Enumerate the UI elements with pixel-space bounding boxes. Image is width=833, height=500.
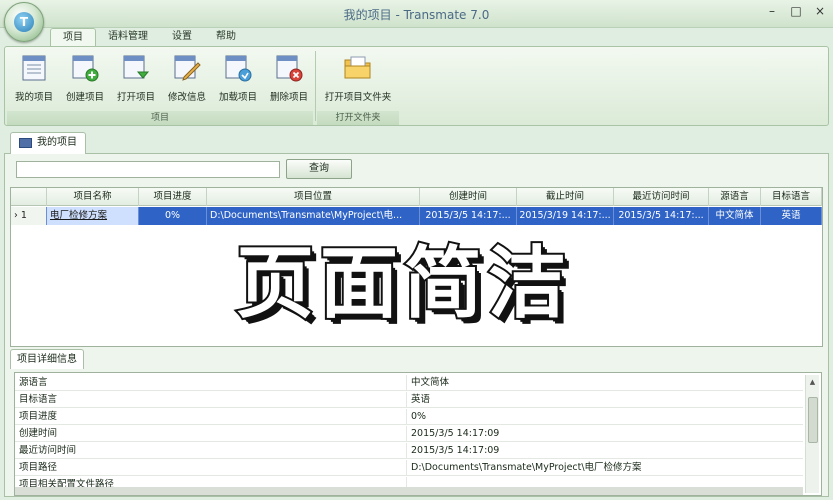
row-header[interactable]: › 1 <box>11 207 47 225</box>
ribbon-divider <box>315 51 316 121</box>
edit-info-label: 修改信息 <box>167 92 206 103</box>
ribbon-group-project: 我的项目 创建项目 打开项目 修改信息 加载项目 删除项目 项目 <box>7 49 313 125</box>
delete-project-button[interactable]: 删除项目 <box>264 51 314 107</box>
cell-progress[interactable]: 0% <box>139 207 207 225</box>
open-project-folder-label: 打开项目文件夹 <box>324 92 392 103</box>
detail-value: 英语 <box>411 394 431 405</box>
column-header-deadline[interactable]: 截止时间 <box>517 188 614 206</box>
document-tab-icon <box>19 138 32 148</box>
column-header-created[interactable]: 创建时间 <box>420 188 517 206</box>
cell-location[interactable]: D:\Documents\Transmate\MyProject\电... <box>207 207 420 225</box>
cell-last-access[interactable]: 2015/3/5 14:17:... <box>614 207 709 225</box>
details-vertical-scrollbar[interactable]: ▲ <box>805 375 819 493</box>
group-label-open-folder: 打开文件夹 <box>317 111 399 125</box>
load-project-button[interactable]: 加载项目 <box>213 51 263 107</box>
column-header-name[interactable]: 项目名称 <box>47 188 139 206</box>
cell-source-language[interactable]: 中文简体 <box>709 207 761 225</box>
column-header-target-language[interactable]: 目标语言 <box>761 188 822 206</box>
table-row[interactable]: › 1 电厂检修方案 0% D:\Documents\Transmate\MyP… <box>11 207 822 225</box>
detail-row[interactable]: 项目路径 D:\Documents\Transmate\MyProject\电厂… <box>15 460 803 476</box>
ribbon: 我的项目 创建项目 打开项目 修改信息 加载项目 删除项目 项目 打开项目文件夹… <box>4 46 829 126</box>
minimize-button[interactable]: – <box>765 4 779 18</box>
detail-key: 创建时间 <box>15 426 407 442</box>
tab-my-projects[interactable]: 我的项目 <box>10 132 86 154</box>
title-bar: 我的项目 - Transmate 7.0 – □ × <box>0 0 833 28</box>
detail-key: 最近访问时间 <box>15 443 407 459</box>
close-button[interactable]: × <box>813 4 827 18</box>
edit-info-icon <box>174 55 201 81</box>
tab-project[interactable]: 项目 <box>50 28 96 46</box>
detail-row[interactable]: 目标语言 英语 <box>15 392 803 408</box>
create-project-button[interactable]: 创建项目 <box>60 51 110 107</box>
cell-deadline[interactable]: 2015/3/19 14:17:... <box>517 207 614 225</box>
grid-header-row: 项目名称 项目进度 项目位置 创建时间 截止时间 最近访问时间 源语言 目标语言 <box>11 188 822 206</box>
tab-corpus-management[interactable]: 语料管理 <box>96 28 160 46</box>
detail-key: 源语言 <box>15 375 407 391</box>
project-list-icon <box>22 55 46 81</box>
detail-key: 项目进度 <box>15 409 407 425</box>
detail-value: D:\Documents\Transmate\MyProject\电厂检修方案 <box>411 462 642 473</box>
window-title: 我的项目 - Transmate 7.0 <box>343 8 490 22</box>
cell-project-name[interactable]: 电厂检修方案 <box>47 207 139 225</box>
column-header-last-access[interactable]: 最近访问时间 <box>614 188 709 206</box>
column-header-progress[interactable]: 项目进度 <box>139 188 207 206</box>
delete-project-icon <box>276 55 303 82</box>
cell-created[interactable]: 2015/3/5 14:17:... <box>420 207 517 225</box>
create-project-icon <box>72 55 99 82</box>
tab-settings[interactable]: 设置 <box>160 28 204 46</box>
column-header-source-language[interactable]: 源语言 <box>709 188 761 206</box>
delete-project-label: 删除项目 <box>269 92 308 103</box>
my-projects-button[interactable]: 我的项目 <box>9 51 59 107</box>
scroll-up-arrow-icon[interactable]: ▲ <box>806 375 819 389</box>
detail-value: 2015/3/5 14:17:09 <box>411 445 500 456</box>
detail-row[interactable]: 项目进度 0% <box>15 409 803 425</box>
edit-info-button[interactable]: 修改信息 <box>162 51 212 107</box>
application-menu-button[interactable]: T <box>4 2 44 42</box>
load-project-icon <box>225 55 252 82</box>
load-project-label: 加载项目 <box>218 92 257 103</box>
overlay-caption: 页面简洁 <box>234 237 572 331</box>
detail-value: 2015/3/5 14:17:09 <box>411 428 500 439</box>
tab-my-projects-label: 我的项目 <box>37 137 77 148</box>
folder-icon <box>344 56 371 79</box>
open-project-label: 打开项目 <box>116 92 155 103</box>
create-project-label: 创建项目 <box>65 92 104 103</box>
group-label-project: 项目 <box>7 111 313 125</box>
scrollbar-thumb[interactable] <box>808 397 818 443</box>
maximize-button[interactable]: □ <box>789 4 803 18</box>
project-details-grid: 源语言 中文简体 目标语言 英语 项目进度 0% 创建时间 2015/3/5 1… <box>14 372 822 496</box>
detail-key: 目标语言 <box>15 392 407 408</box>
search-input[interactable] <box>16 161 280 178</box>
row-header-corner <box>11 188 47 206</box>
detail-key: 项目路径 <box>15 460 407 476</box>
column-header-location[interactable]: 项目位置 <box>207 188 420 206</box>
detail-row[interactable]: 源语言 中文简体 <box>15 375 803 391</box>
details-horizontal-scrollbar[interactable] <box>15 487 803 495</box>
detail-row[interactable]: 最近访问时间 2015/3/5 14:17:09 <box>15 443 803 459</box>
detail-value: 0% <box>411 411 427 422</box>
transmate-logo-icon: T <box>14 12 34 32</box>
my-projects-label: 我的项目 <box>14 92 53 103</box>
ribbon-tab-bar: 项目 语料管理 设置 帮助 <box>50 28 248 46</box>
open-project-button[interactable]: 打开项目 <box>111 51 161 107</box>
open-project-icon <box>123 55 150 79</box>
tab-project-details[interactable]: 项目详细信息 <box>10 349 84 369</box>
detail-row[interactable]: 创建时间 2015/3/5 14:17:09 <box>15 426 803 442</box>
tab-help[interactable]: 帮助 <box>204 28 248 46</box>
open-project-folder-button[interactable]: 打开项目文件夹 <box>319 51 397 107</box>
window-controls: – □ × <box>765 4 827 18</box>
cell-target-language[interactable]: 英语 <box>761 207 822 225</box>
ribbon-group-open-folder: 打开项目文件夹 打开文件夹 <box>317 49 399 125</box>
detail-value: 中文简体 <box>411 377 450 388</box>
query-button[interactable]: 查询 <box>286 159 352 179</box>
